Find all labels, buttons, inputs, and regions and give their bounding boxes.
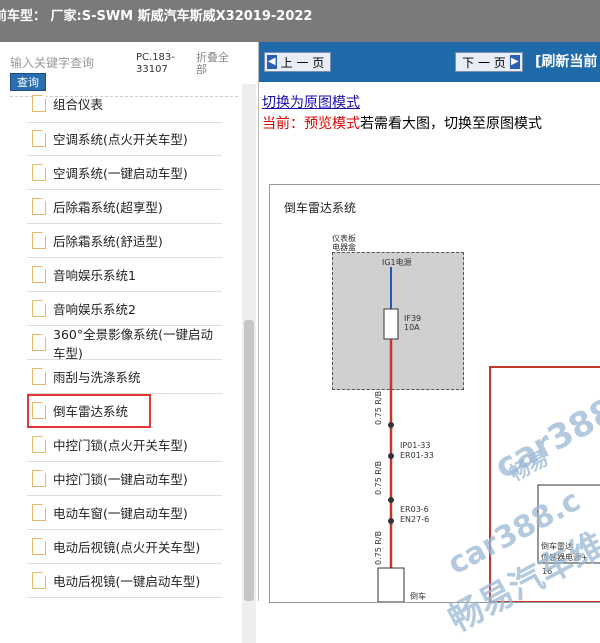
tree-item[interactable]: 后除霜系统(超享型) [27, 190, 222, 224]
content-pane: ◀ 上 一 页 下 一 页 ▶ [刷新当前 切换为原图模式 当前：预览模式若需看… [259, 42, 600, 640]
tree-item[interactable]: 中控门锁(一键启动车型) [27, 462, 222, 496]
wire-label: 0.75 R/B [374, 390, 383, 425]
arrow-left-icon: ◀ [266, 55, 277, 69]
document-icon [32, 130, 46, 147]
document-icon [32, 504, 46, 521]
switch-to-original-link[interactable]: 切换为原图模式 [262, 92, 360, 112]
vehicle-title: 前车型： 厂家:S-SWM 斯威汽车斯威X32019-2022 [0, 9, 313, 24]
sidebar: 输入关键字查询 查询 PC.183-33107 折叠全部 组合仪表 空调系统(点… [0, 42, 259, 643]
document-icon [32, 300, 46, 317]
tree-item[interactable]: 音响娱乐系统2 [27, 292, 222, 326]
tree-item[interactable]: 电动后视镜(点火开关车型) [27, 530, 222, 564]
document-icon [32, 198, 46, 215]
arrow-right-icon: ▶ [509, 55, 520, 69]
document-icon [32, 266, 46, 283]
wire-label: 0.75 R/B [374, 460, 383, 495]
collapse-all-link[interactable]: 折叠全部 [196, 52, 236, 76]
document-icon [32, 402, 46, 419]
tree-item[interactable]: 空调系统(点火开关车型) [27, 122, 222, 156]
connector-label: EN27-6 [400, 515, 430, 524]
tree-item[interactable]: 雨刮与洗涤系统 [27, 360, 222, 394]
tree-item[interactable]: 中控门锁(点火开关车型) [27, 428, 222, 462]
document-icon [32, 232, 46, 249]
document-icon [32, 470, 46, 487]
tree-item[interactable]: 电动后视镜(一键启动车型) [27, 564, 222, 598]
scrollbar-thumb[interactable] [244, 320, 254, 601]
wiring-diagram[interactable]: 倒车雷达系统 仪表板 电器盒 IG1电源 IF39 10A 0.75 R/B I… [269, 184, 600, 640]
search-input[interactable]: 输入关键字查询 [10, 54, 128, 71]
tree-item[interactable]: 电动车窗(一键启动车型) [27, 496, 222, 530]
document-icon [32, 94, 46, 112]
connector-label: ER03-6 [400, 505, 429, 514]
top-bar: 前车型： 厂家:S-SWM 斯威汽车斯威X32019-2022 [0, 0, 600, 42]
mode-hint: 若需看大图，切换至原图模式 [360, 116, 542, 132]
tree-item[interactable]: 音响娱乐系统1 [27, 258, 222, 292]
connector-label: ER01-33 [400, 451, 434, 460]
document-icon [32, 436, 46, 453]
document-icon [32, 164, 46, 181]
document-icon [32, 334, 46, 351]
refresh-link[interactable]: [刷新当前 [535, 51, 597, 71]
sidebar-scrollbar[interactable] [242, 84, 256, 643]
tree-item-selected[interactable]: 倒车雷达系统 [27, 394, 151, 428]
tree-item[interactable]: 空调系统(一键启动车型) [27, 156, 222, 190]
tree-item[interactable]: 组合仪表 [27, 84, 222, 123]
tree-item[interactable]: 后除霜系统(舒适型) [27, 224, 222, 258]
document-icon [32, 572, 46, 589]
mode-status: 当前：预览模式若需看大图，切换至原图模式 [262, 113, 542, 133]
document-icon [32, 538, 46, 555]
prev-page-button[interactable]: ◀ 上 一 页 [264, 52, 331, 72]
connector-label: IP01-33 [400, 441, 431, 450]
next-page-button[interactable]: 下 一 页 ▶ [455, 52, 523, 72]
wire-label: 0.75 R/B [374, 530, 383, 565]
pc-code: PC.183-33107 [136, 52, 175, 75]
page-nav-bar: ◀ 上 一 页 下 一 页 ▶ [刷新当前 [259, 42, 600, 82]
mode-current: 当前：预览模式 [262, 116, 360, 132]
bottom-label: 倒车 [410, 592, 426, 601]
document-icon [32, 368, 46, 385]
tree-item[interactable]: 360°全景影像系统(一键启动车型) [27, 326, 222, 361]
